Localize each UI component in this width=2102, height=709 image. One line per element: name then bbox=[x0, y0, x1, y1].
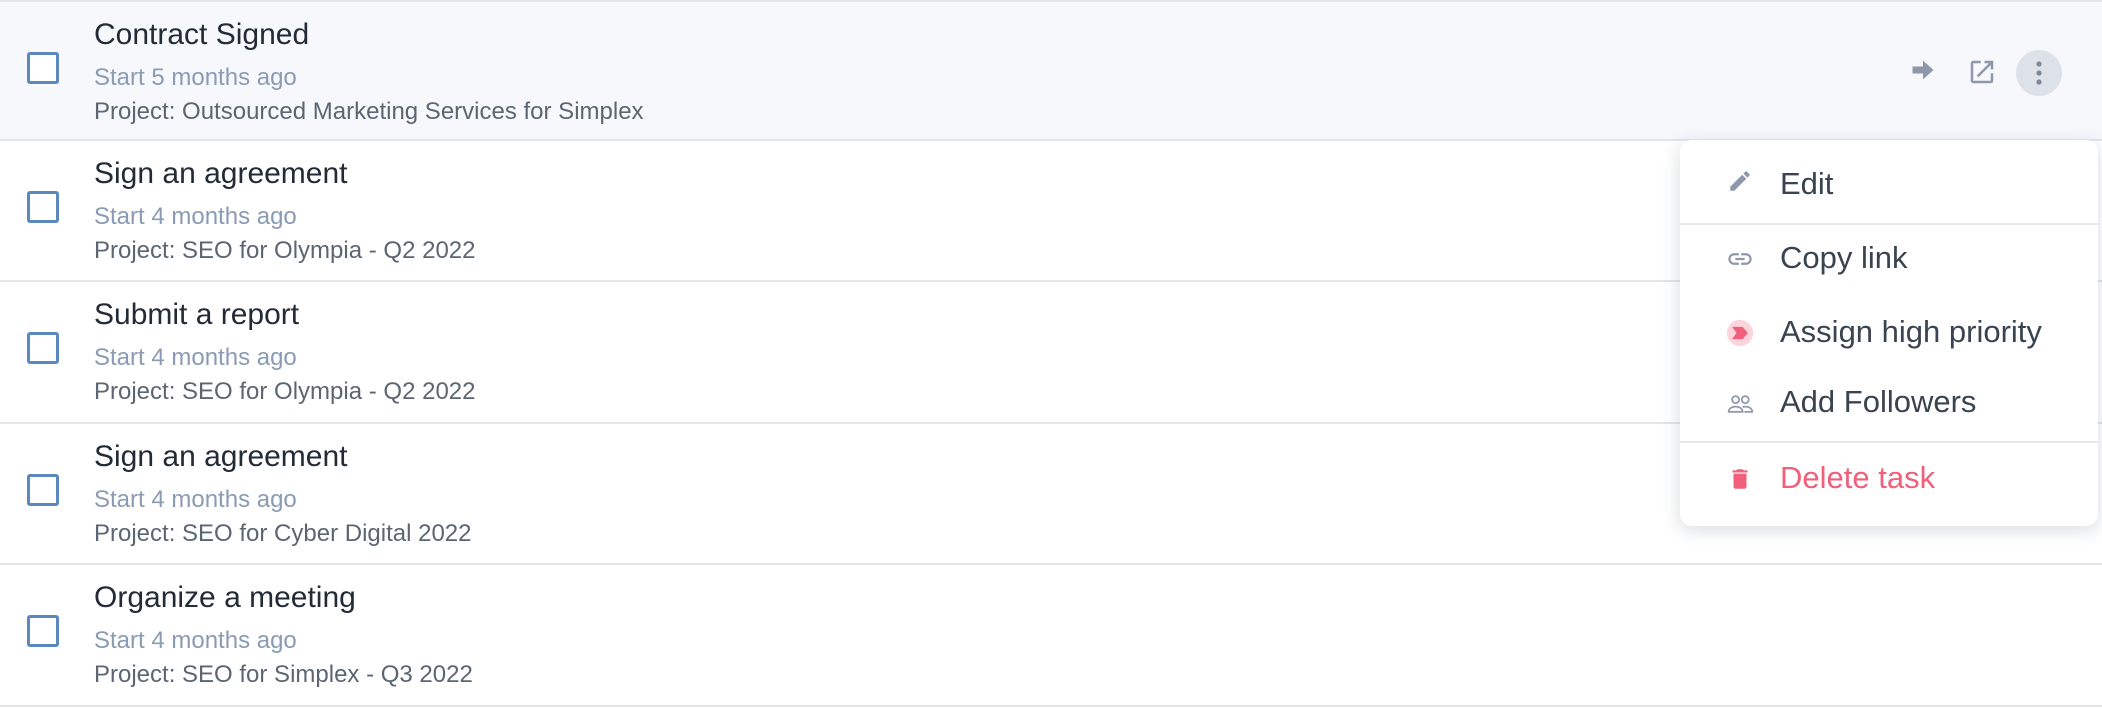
task-title[interactable]: Submit a report bbox=[94, 298, 299, 332]
followers-icon bbox=[1726, 390, 1754, 418]
task-row[interactable]: Organize a meeting Start 4 months ago Pr… bbox=[0, 565, 2102, 707]
task-title[interactable]: Contract Signed bbox=[94, 18, 309, 52]
menu-item-edit[interactable]: Edit bbox=[1680, 140, 2098, 222]
menu-item-label: Copy link bbox=[1780, 240, 1908, 275]
task-checkbox[interactable] bbox=[27, 474, 59, 506]
pencil-icon bbox=[1726, 167, 1754, 195]
task-context-menu: Edit Copy link Assign high priority Add … bbox=[1680, 140, 2098, 526]
priority-flag-icon bbox=[1726, 319, 1754, 347]
task-start-time: Start 4 months ago bbox=[94, 203, 297, 230]
more-vertical-icon[interactable] bbox=[2016, 50, 2062, 96]
task-project: Project: SEO for Olympia - Q2 2022 bbox=[94, 378, 476, 405]
task-checkbox[interactable] bbox=[27, 191, 59, 223]
task-project: Project: SEO for Simplex - Q3 2022 bbox=[94, 661, 473, 688]
open-in-new-icon[interactable] bbox=[1964, 54, 2000, 90]
task-start-time: Start 4 months ago bbox=[94, 486, 297, 513]
menu-item-label: Edit bbox=[1780, 166, 1834, 201]
task-title[interactable]: Organize a meeting bbox=[94, 581, 356, 615]
menu-divider bbox=[1680, 441, 2098, 443]
task-row[interactable]: Contract Signed Start 5 months ago Proje… bbox=[0, 0, 2102, 141]
menu-item-add-followers[interactable]: Add Followers bbox=[1680, 370, 2098, 440]
trash-icon bbox=[1726, 465, 1754, 493]
task-start-time: Start 4 months ago bbox=[94, 627, 297, 654]
task-title[interactable]: Sign an agreement bbox=[94, 440, 348, 474]
menu-item-label: Add Followers bbox=[1780, 384, 1977, 419]
menu-item-copy-link[interactable]: Copy link bbox=[1680, 226, 2098, 296]
task-checkbox[interactable] bbox=[27, 615, 59, 647]
task-project: Project: SEO for Olympia - Q2 2022 bbox=[94, 237, 476, 264]
task-project: Project: Outsourced Marketing Services f… bbox=[94, 98, 644, 125]
task-title[interactable]: Sign an agreement bbox=[94, 157, 348, 191]
menu-item-delete-task[interactable]: Delete task bbox=[1680, 444, 2098, 514]
task-list: Contract Signed Start 5 months ago Proje… bbox=[0, 0, 2102, 709]
link-icon bbox=[1726, 245, 1754, 273]
menu-item-label: Delete task bbox=[1780, 460, 1936, 495]
arrow-right-icon[interactable] bbox=[1905, 52, 1941, 88]
task-checkbox[interactable] bbox=[27, 52, 59, 84]
task-start-time: Start 5 months ago bbox=[94, 64, 297, 91]
task-checkbox[interactable] bbox=[27, 332, 59, 364]
menu-divider bbox=[1680, 223, 2098, 225]
task-project: Project: SEO for Cyber Digital 2022 bbox=[94, 520, 472, 547]
menu-item-assign-high-priority[interactable]: Assign high priority bbox=[1680, 298, 2098, 368]
menu-item-label: Assign high priority bbox=[1780, 314, 2042, 349]
task-start-time: Start 4 months ago bbox=[94, 344, 297, 371]
